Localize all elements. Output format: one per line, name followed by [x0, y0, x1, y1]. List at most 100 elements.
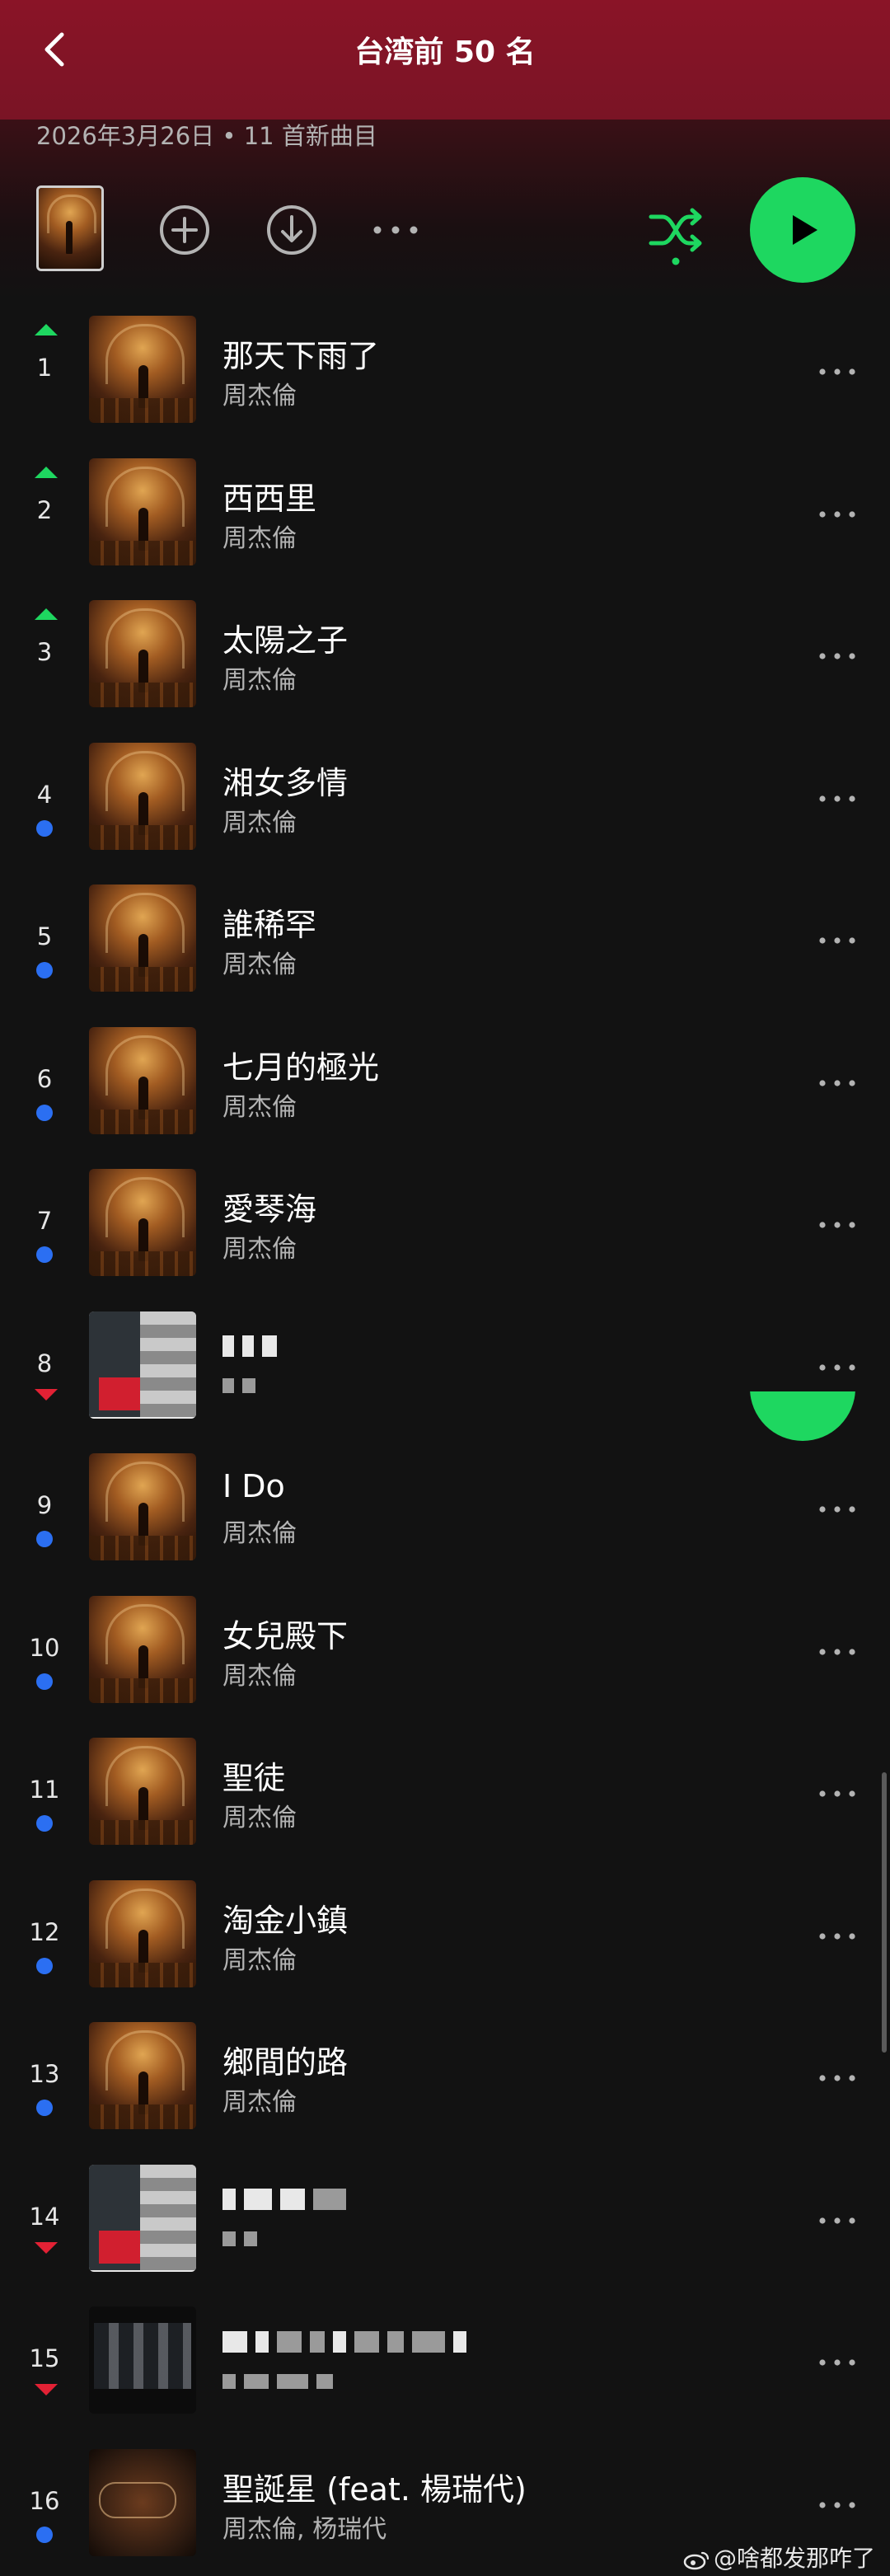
- new-entry-dot-icon: [36, 1815, 53, 1832]
- track-row[interactable]: 10女兒殿下周杰倫: [0, 1581, 890, 1724]
- track-more-button[interactable]: [814, 2055, 860, 2101]
- more-horizontal-icon: [818, 1648, 856, 1656]
- scrollbar[interactable]: [882, 1772, 887, 2053]
- track-row[interactable]: 14: [0, 2150, 890, 2292]
- rank-number: 4: [15, 781, 74, 809]
- track-more-button[interactable]: [814, 1913, 860, 1959]
- plus-circle-icon: [158, 204, 211, 256]
- trend-up-icon: [35, 467, 58, 478]
- new-entry-dot-icon: [36, 1531, 53, 1547]
- track-more-button[interactable]: [814, 2482, 860, 2528]
- track-more-button[interactable]: [814, 491, 860, 537]
- playlist-header: 2026年3月26日 • 11 首新曲目: [0, 120, 890, 301]
- track-row[interactable]: 12淘金小鎮周杰倫: [0, 1865, 890, 2008]
- new-entry-dot-icon: [36, 1246, 53, 1263]
- album-art: [89, 458, 196, 565]
- rank-column: 14: [15, 2150, 74, 2292]
- track-more-button[interactable]: [814, 1202, 860, 1248]
- rank-number: 7: [15, 1207, 74, 1235]
- track-artist: 周杰倫: [222, 1228, 297, 1265]
- rank-column: 16: [15, 2434, 74, 2576]
- rank-column: 4: [15, 728, 74, 870]
- play-button[interactable]: [750, 177, 855, 283]
- trend-down-icon: [35, 2384, 58, 2395]
- album-art: [89, 1169, 196, 1276]
- track-more-button[interactable]: [814, 2339, 860, 2386]
- playlist-cover-thumbnail[interactable]: [36, 185, 104, 271]
- top-bar: 台湾前 50 名: [0, 0, 890, 120]
- track-artist: 周杰倫: [222, 1655, 297, 1692]
- track-artist: 周杰倫: [222, 518, 297, 554]
- track-row[interactable]: 13鄉間的路周杰倫: [0, 2007, 890, 2150]
- floating-play-button[interactable]: [750, 1391, 855, 1441]
- album-art: [89, 316, 196, 423]
- trend-up-icon: [35, 324, 58, 335]
- track-row[interactable]: 1那天下雨了周杰倫: [0, 301, 890, 443]
- download-button[interactable]: [264, 202, 320, 258]
- rank-column: 3: [15, 585, 74, 728]
- track-title: 聖徒: [222, 1753, 285, 1798]
- add-to-library-button[interactable]: [157, 202, 213, 258]
- album-art: [89, 2306, 196, 2414]
- track-artist: 周杰倫, 杨瑞代: [222, 2508, 386, 2545]
- more-horizontal-icon: [818, 368, 856, 376]
- album-art: [89, 884, 196, 992]
- album-art: [89, 1596, 196, 1703]
- play-icon: [783, 210, 822, 250]
- track-row[interactable]: 6七月的極光周杰倫: [0, 1012, 890, 1155]
- album-art: [89, 600, 196, 707]
- shuffle-icon: [646, 202, 705, 268]
- track-row[interactable]: 11聖徒周杰倫: [0, 1723, 890, 1865]
- track-row[interactable]: 15: [0, 2292, 890, 2434]
- weibo-logo-icon: [682, 2549, 710, 2570]
- track-title: 誰稀罕: [222, 899, 316, 945]
- track-title: I Do: [222, 1468, 285, 1504]
- track-artist: 周杰倫: [222, 1086, 297, 1123]
- track-more-button[interactable]: [814, 1344, 860, 1391]
- track-artist: 周杰倫: [222, 659, 297, 696]
- more-horizontal-icon: [818, 1079, 856, 1087]
- track-more-button[interactable]: [814, 1486, 860, 1532]
- track-more-button[interactable]: [814, 1771, 860, 1817]
- track-more-button[interactable]: [814, 633, 860, 679]
- track-title: 愛琴海: [222, 1184, 316, 1229]
- new-entry-dot-icon: [36, 1673, 53, 1690]
- track-more-button[interactable]: [814, 1629, 860, 1675]
- track-more-button[interactable]: [814, 1060, 860, 1106]
- track-row[interactable]: 9I Do周杰倫: [0, 1438, 890, 1581]
- playlist-meta: 2026年3月26日 • 11 首新曲目: [36, 120, 377, 152]
- new-entry-dot-icon: [36, 1105, 53, 1121]
- rank-number: 14: [15, 2203, 74, 2231]
- download-circle-icon: [265, 204, 318, 256]
- track-more-button[interactable]: [814, 917, 860, 964]
- more-horizontal-icon: [818, 2074, 856, 2082]
- rank-column: 10: [15, 1581, 74, 1724]
- track-row[interactable]: 7 愛琴海周杰倫: [0, 1154, 890, 1297]
- track-row[interactable]: 4湘女多情周杰倫: [0, 728, 890, 870]
- track-row[interactable]: 5誰稀罕周杰倫: [0, 870, 890, 1012]
- rank-column: 5: [15, 870, 74, 1012]
- more-horizontal-icon: [818, 1221, 856, 1229]
- track-title: 那天下雨了: [222, 331, 379, 376]
- track-more-button[interactable]: [814, 2198, 860, 2244]
- rank-number: 10: [15, 1634, 74, 1662]
- rank-number: 9: [15, 1491, 74, 1519]
- watermark: @啥都发那咋了: [682, 2541, 875, 2574]
- track-more-button[interactable]: [814, 349, 860, 395]
- track-more-button[interactable]: [814, 776, 860, 822]
- rank-column: 7: [15, 1154, 74, 1297]
- shuffle-button[interactable]: [643, 202, 709, 268]
- rank-number: 8: [15, 1349, 74, 1377]
- track-row[interactable]: 3太陽之子周杰倫: [0, 585, 890, 728]
- new-entry-dot-icon: [36, 1958, 53, 1974]
- track-artist-censored: [222, 2366, 341, 2395]
- new-entry-dot-icon: [36, 2100, 53, 2116]
- more-horizontal-icon: [818, 1790, 856, 1798]
- album-art: [89, 743, 196, 850]
- track-title: 湘女多情: [222, 758, 348, 803]
- track-row[interactable]: 2西西里周杰倫: [0, 443, 890, 586]
- rank-number: 12: [15, 1918, 74, 1946]
- more-options-button[interactable]: [368, 202, 424, 258]
- trend-down-icon: [35, 2242, 58, 2254]
- rank-column: 8: [15, 1297, 74, 1439]
